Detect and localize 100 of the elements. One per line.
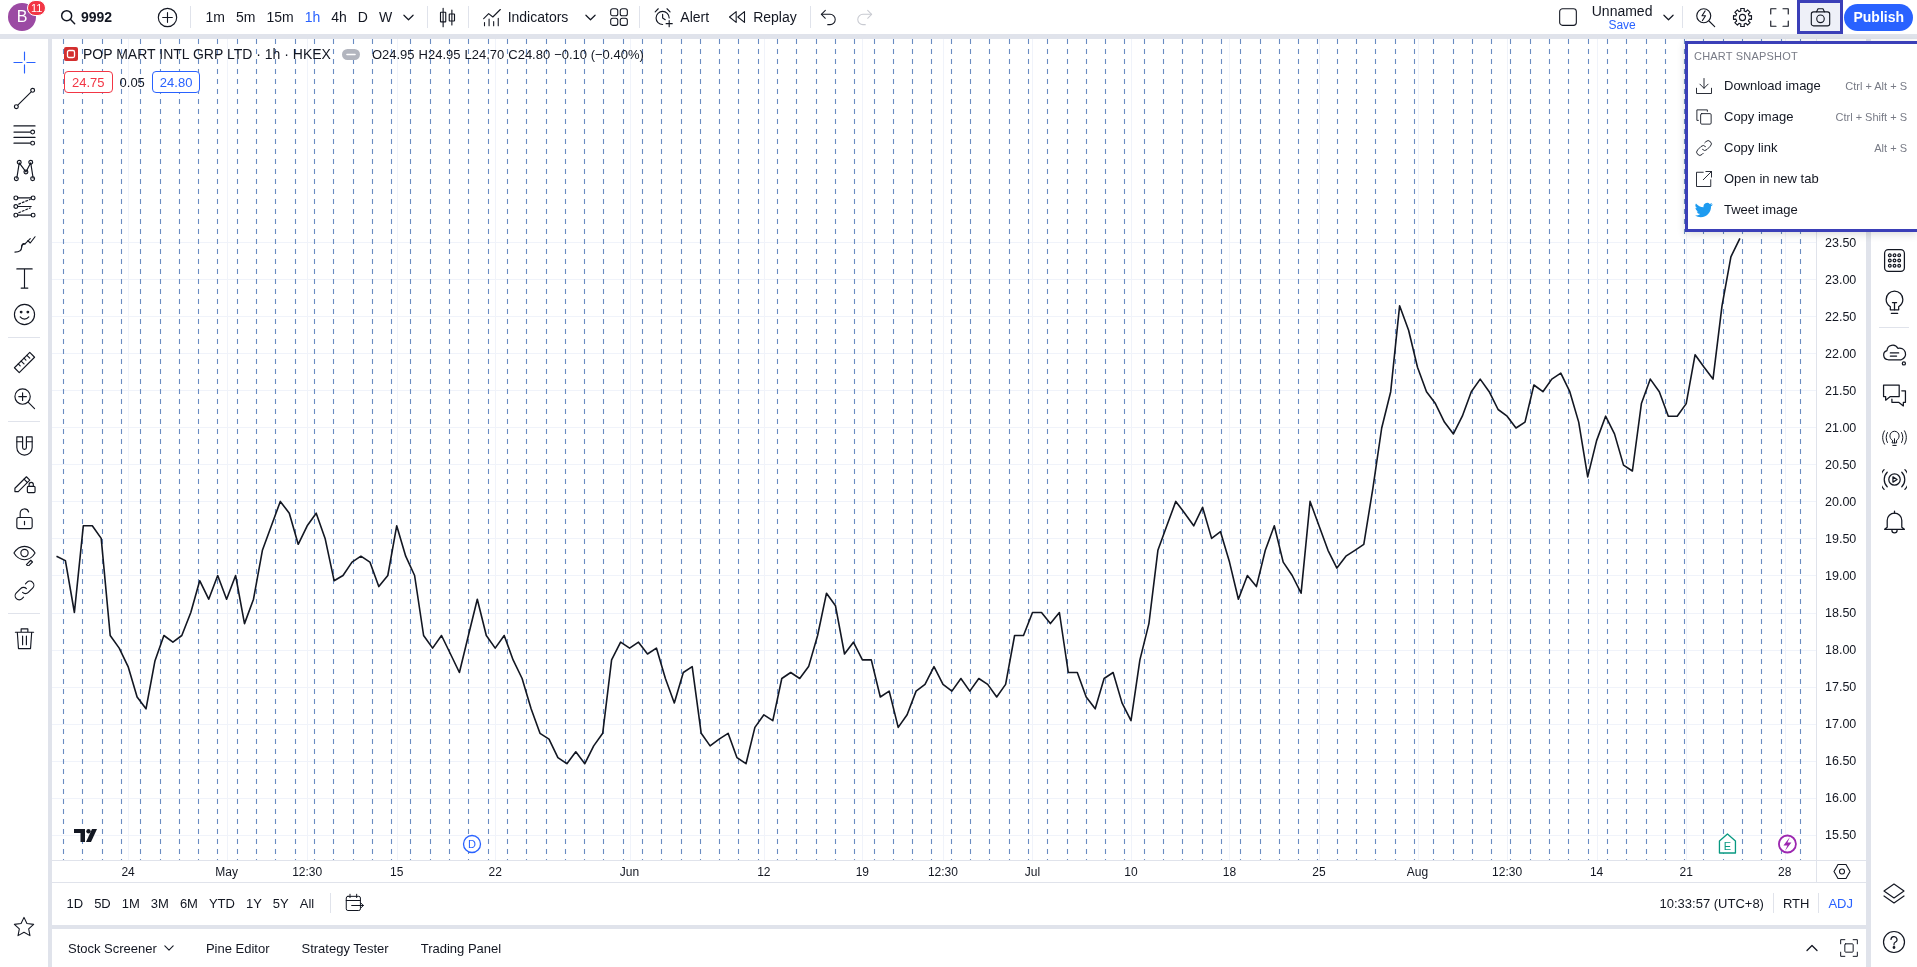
menu-item[interactable]: Copy image Ctrl + Shift + S xyxy=(1688,101,1917,132)
bell-icon xyxy=(1881,508,1907,534)
time-axis-label: Jun xyxy=(619,864,640,879)
alert-button[interactable]: Alert xyxy=(647,3,716,31)
menu-item[interactable]: Copy link Alt + S xyxy=(1688,132,1917,163)
crosshair-icon xyxy=(12,50,36,74)
download-icon xyxy=(1695,76,1713,95)
toggle-pill-icon[interactable] xyxy=(341,48,360,60)
publish-button[interactable]: Publish xyxy=(1844,3,1913,31)
time-axis-label: 25 xyxy=(1312,864,1326,879)
interval-button[interactable]: W xyxy=(373,3,398,31)
time-axis-label: 10 xyxy=(1124,864,1138,879)
interval-button[interactable]: 5m xyxy=(230,3,261,31)
line-segment-icon xyxy=(12,86,36,110)
range-button[interactable]: 6M xyxy=(174,890,204,916)
chain-link-icon xyxy=(1695,138,1713,157)
time-axis-label: 12:30 xyxy=(927,864,958,879)
parallel-lines-icon xyxy=(12,194,36,218)
time-axis-label: May xyxy=(215,864,238,879)
layers-icon xyxy=(1882,882,1906,906)
shortcut-label: Ctrl + Shift + S xyxy=(1835,110,1907,123)
dividend-marker[interactable]: D xyxy=(462,834,482,854)
chevron-down-icon xyxy=(163,943,174,953)
time-axis-label: 21 xyxy=(1679,864,1693,879)
help-icon xyxy=(1882,930,1906,954)
star-icon xyxy=(13,916,35,938)
symbol-search-button[interactable]: 9992 xyxy=(52,3,144,31)
time-axis-label: 24 xyxy=(121,864,135,879)
price-axis-label: 15.50 xyxy=(1825,828,1857,843)
price-axis-label: 17.00 xyxy=(1825,717,1857,732)
symbol-title: POP MART INTL GRP LTD · 1h · HKEX xyxy=(83,46,331,62)
lightning-icon[interactable] xyxy=(1778,834,1797,854)
camera-icon xyxy=(1809,6,1831,28)
menu-item[interactable]: Tweet image xyxy=(1688,194,1917,225)
menu-item[interactable]: Open in new tab xyxy=(1688,163,1917,194)
range-button[interactable]: 3M xyxy=(145,890,175,916)
price-axis-label: 16.00 xyxy=(1825,791,1857,806)
range-button[interactable]: 5D xyxy=(88,890,117,916)
panel-tab[interactable]: Pine Editor xyxy=(197,934,278,962)
time-axis-label: Aug xyxy=(1406,864,1429,879)
time-axis-label: 12:30 xyxy=(292,864,323,879)
range-button[interactable]: 1D xyxy=(61,890,89,916)
timezone-clock-button[interactable]: 10:33:57 (UTC+8) xyxy=(1654,890,1769,916)
symbol-logo-icon xyxy=(64,47,78,61)
maximize-icon xyxy=(1839,938,1859,958)
range-button[interactable]: 5Y xyxy=(267,890,295,916)
gear-icon xyxy=(1731,6,1753,28)
menu-item[interactable]: Download image Ctrl + Alt + S xyxy=(1688,70,1917,101)
price-axis-label: 17.50 xyxy=(1825,680,1857,695)
bird-icon xyxy=(1695,200,1713,219)
sell-price-button[interactable]: 24.75 xyxy=(64,71,113,93)
price-axis-label: 23.00 xyxy=(1825,272,1857,287)
time-axis-label: Jul xyxy=(1024,864,1041,879)
hexagon-settings-icon[interactable] xyxy=(1833,863,1851,880)
interval-button[interactable]: 15m xyxy=(260,3,300,31)
replay-button[interactable]: Replay xyxy=(721,3,803,31)
price-axis-label: 23.50 xyxy=(1825,235,1857,250)
broadcast-play-icon xyxy=(1881,466,1907,492)
panel-tab[interactable]: Trading Panel xyxy=(412,934,510,962)
horizontal-lines-icon xyxy=(12,122,36,146)
line-chart-icon xyxy=(481,7,502,27)
toggle-button[interactable]: ADJ xyxy=(1823,890,1858,916)
price-axis-label: 18.00 xyxy=(1825,643,1857,658)
copy-icon xyxy=(1695,107,1713,126)
chart-name-button[interactable]: Unnamed xyxy=(1591,3,1653,18)
time-axis-label: 18 xyxy=(1222,864,1237,879)
price-axis-label: 16.50 xyxy=(1825,754,1857,769)
calendar-arrow-icon xyxy=(344,893,365,913)
fullscreen-icon xyxy=(1768,6,1790,28)
interval-button[interactable]: 1m xyxy=(200,3,231,31)
smiley-icon xyxy=(12,302,36,326)
save-button[interactable]: Save xyxy=(1608,18,1636,31)
notification-badge: 11 xyxy=(27,0,47,16)
buy-price-button[interactable]: 24.80 xyxy=(151,71,201,93)
interval-button[interactable]: 1h xyxy=(299,3,326,31)
range-button[interactable]: YTD xyxy=(203,890,241,916)
indicators-button[interactable]: Indicators xyxy=(475,3,573,31)
snapshot-button[interactable] xyxy=(1797,0,1844,34)
panel-tab[interactable]: Stock Screener xyxy=(60,934,182,962)
price-change: −0.10 (−0.40%) xyxy=(554,46,644,62)
logo-icon xyxy=(74,829,97,842)
price-axis-label: 20.50 xyxy=(1825,457,1857,472)
price-axis-label: 21.00 xyxy=(1825,420,1857,435)
range-button[interactable]: All xyxy=(294,890,320,916)
time-axis-label: 22 xyxy=(488,864,502,879)
range-button[interactable]: 1M xyxy=(116,890,146,916)
range-button[interactable]: 1Y xyxy=(240,890,268,916)
price-axis-label: 22.50 xyxy=(1825,309,1857,324)
price-axis-label: 20.00 xyxy=(1825,494,1857,509)
earnings-marker[interactable]: E xyxy=(1718,833,1737,854)
toggle-button[interactable]: RTH xyxy=(1777,890,1815,916)
ohlc-value: C24.80 xyxy=(508,46,551,62)
rounded-square-icon xyxy=(1557,7,1578,27)
search-bolt-icon xyxy=(1694,6,1716,28)
panel-tab[interactable]: Strategy Tester xyxy=(293,934,397,962)
dots-grid-icon xyxy=(1881,247,1907,273)
interval-button[interactable]: D xyxy=(352,3,374,31)
interval-button[interactable]: 4h xyxy=(325,3,353,31)
ohlc-value: O24.95 xyxy=(371,46,415,62)
external-link-icon xyxy=(1695,169,1713,188)
